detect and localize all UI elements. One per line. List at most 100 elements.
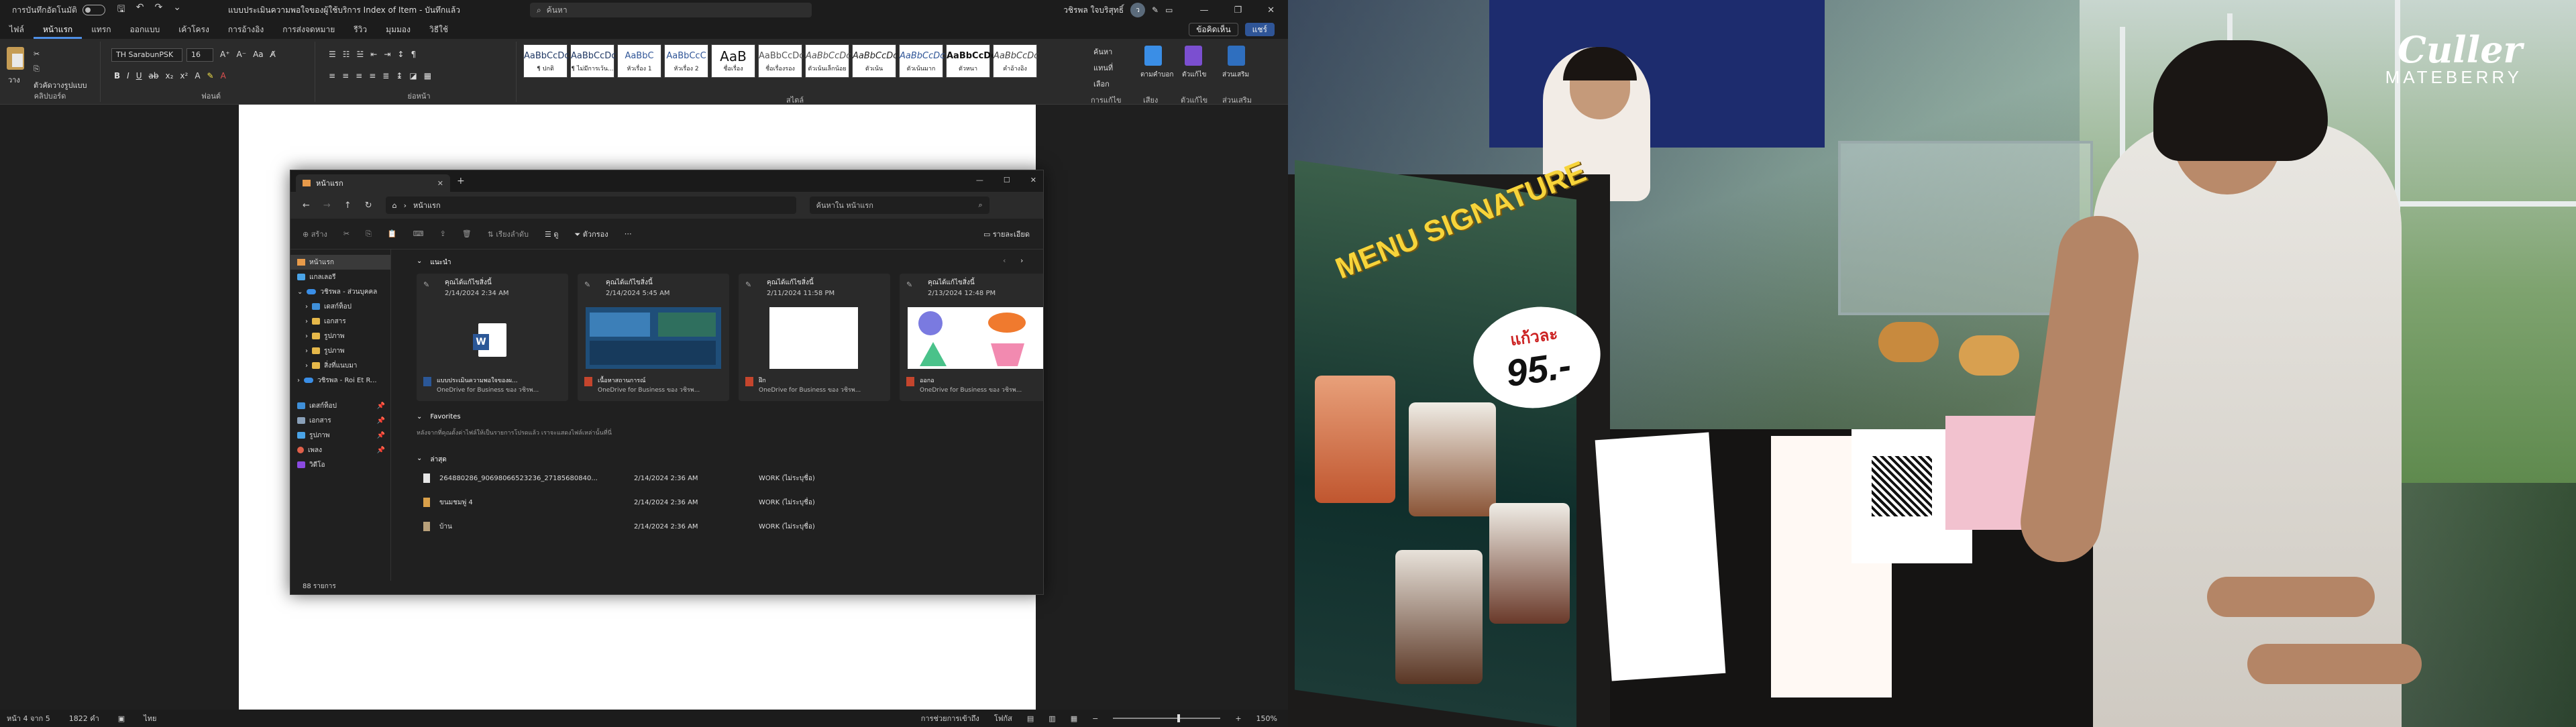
pin-icon[interactable]: 📌 [377,432,385,439]
editor-label[interactable]: ตัวแก้ไข [1182,70,1206,80]
style-tile[interactable]: AaBbCcDc ชื่อเรื่องรอง [758,44,804,78]
borders-icon[interactable]: ▦ [424,71,431,80]
editor-icon[interactable] [1185,46,1202,66]
close-icon[interactable]: ✕ [1267,5,1275,15]
font-size-select[interactable]: 16 [186,48,213,62]
comments-button[interactable]: ข้อคิดเห็น [1189,23,1238,36]
pin-icon[interactable]: 📌 [377,402,385,410]
shading-icon[interactable]: ◪ [409,71,417,80]
tab-review[interactable]: รีวิว [344,20,376,39]
style-tile[interactable]: AaBbCcDc ¶ ปกติ [523,44,569,78]
delete-icon[interactable]: 🗑 [462,229,472,238]
minimize-icon[interactable]: — [976,176,983,184]
recommended-card[interactable]: ✎ คุณได้แก้ไขสิ่งนี้ 2/14/2024 5:45 AM เ… [578,274,729,401]
details-button[interactable]: ▭ รายละเอียด [983,228,1030,240]
sort-icon[interactable]: ↕ [397,50,404,59]
addins-icon[interactable] [1228,46,1245,66]
zoom-slider[interactable] [1113,714,1221,722]
sidebar-item-desktop[interactable]: › เดสก์ท็อป [290,299,390,314]
tab-view[interactable]: มุมมอง [376,20,420,39]
style-tile[interactable]: AaBbCcDc คำอ้างอิง [993,44,1038,78]
sidebar-item-home[interactable]: หน้าแรก [290,255,390,270]
select-button[interactable]: เลือก [1093,78,1113,90]
style-tile[interactable]: AaBbCcDc ตัวเน้น [852,44,898,78]
dictate-icon[interactable] [1144,46,1162,66]
tab-insert[interactable]: แทรก [82,20,120,39]
style-tile[interactable]: AaB ชื่อเรื่อง [711,44,755,78]
clear-format-icon[interactable]: A̸ [270,50,276,59]
new-button[interactable]: ⊕ สร้าง [303,228,327,240]
carousel-prev-icon[interactable]: ‹ [1003,256,1006,265]
highlight-icon[interactable]: ✎ [207,71,214,80]
recent-header[interactable]: ⌄ ล่าสุด [417,455,447,465]
maximize-icon[interactable]: ☐ [1004,176,1010,184]
subscript-icon[interactable]: x₂ [165,71,173,80]
chevron-down-icon[interactable]: ⌄ [417,413,422,421]
paste-icon[interactable] [7,47,24,70]
chevron-down-icon[interactable]: ⌄ [297,288,303,296]
pin-icon[interactable]: 📌 [377,417,385,425]
focus-button[interactable]: โฟกัส [994,712,1012,724]
superscript-icon[interactable]: x² [180,71,188,80]
increase-indent-icon[interactable]: ⇥ [384,50,390,59]
recommended-card[interactable]: ✎ คุณได้แก้ไขสิ่งนี้ 2/11/2024 11:58 PM … [739,274,890,401]
align-left-icon[interactable]: ≡ [329,71,335,80]
thai-distribute-icon[interactable]: ≣ [382,71,389,80]
sidebar-item-attachments[interactable]: › สิ่งที่แนบมา [290,358,390,373]
sidebar-item-documents-pinned[interactable]: เอกสาร 📌 [290,413,390,428]
rename-icon[interactable]: ⌨ [413,229,424,238]
share-button[interactable]: แชร์ [1244,23,1275,36]
sidebar-item-music[interactable]: เพลง 📌 [290,443,390,457]
replace-button[interactable]: แทนที่ [1093,62,1113,74]
more-icon[interactable]: ⋯ [625,229,632,238]
chevron-right-icon[interactable]: › [305,333,308,340]
zoom-out-icon[interactable]: − [1092,714,1098,723]
explorer-tab[interactable]: หน้าแรก ✕ [296,174,450,192]
recommended-card[interactable]: ✎ คุณได้แก้ไขสิ่งนี้ 2/13/2024 12:48 PM … [900,274,1043,401]
maximize-icon[interactable]: ❐ [1234,5,1242,15]
autosave-toggle[interactable] [82,5,105,15]
tab-mailings[interactable]: การส่งจดหมาย [273,20,344,39]
address-bar[interactable]: ⌂ › หน้าแรก [385,197,796,214]
addins-label[interactable]: ส่วนเสริม [1222,70,1249,80]
avatar[interactable]: ว [1130,3,1146,17]
chevron-down-icon[interactable]: ⌄ [417,455,422,465]
proofing-icon[interactable]: ▣ [118,714,125,723]
up-icon[interactable]: ↑ [344,201,352,211]
sidebar-item-desktop-pinned[interactable]: เดสก์ท็อป 📌 [290,398,390,413]
tab-help[interactable]: วิธีใช้ [420,20,458,39]
chevron-right-icon[interactable]: › [305,362,308,370]
tab-references[interactable]: การอ้างอิง [219,20,273,39]
recommended-header[interactable]: ⌄ แนะนำ [417,258,451,268]
copy-icon[interactable]: ⎘ [366,229,372,239]
accessibility-status[interactable]: การช่วยการเข้าถึง [921,712,979,724]
sidebar-item-gallery[interactable]: แกลเลอรี [290,270,390,284]
copy-icon[interactable]: ⎘ [34,64,40,74]
cut-icon[interactable]: ✂ [34,50,40,58]
sidebar-item-pictures-2[interactable]: › รูปภาพ [290,343,390,358]
close-tab-icon[interactable]: ✕ [437,179,443,188]
change-case-icon[interactable]: Aa [253,50,264,59]
undo-icon[interactable]: ↶ [136,2,144,18]
print-layout-icon[interactable]: ▥ [1049,714,1055,723]
align-center-icon[interactable]: ≡ [342,71,349,80]
underline-icon[interactable]: U [136,71,142,80]
language[interactable]: ไทย [144,712,156,724]
grow-font-icon[interactable]: A⁺ [220,50,230,59]
tab-design[interactable]: ออกแบบ [121,20,170,39]
sidebar-item-documents[interactable]: › เอกสาร [290,314,390,329]
chevron-right-icon[interactable]: › [305,318,308,325]
save-icon[interactable]: 🖫 [117,2,125,18]
customize-icon[interactable]: ⌄ [173,2,181,18]
font-name-select[interactable]: TH SarabunPSK [111,48,182,62]
font-color-icon[interactable]: A [221,71,226,80]
read-mode-icon[interactable]: ▤ [1027,714,1034,723]
cut-icon[interactable]: ✂ [343,229,350,238]
line-spacing-icon[interactable]: ↨ [396,71,402,80]
table-row[interactable]: 264880286_9069806652323​6_2718568084​0..… [423,471,960,486]
tab-file[interactable]: ไฟล์ [0,20,34,39]
sidebar-item-pictures[interactable]: › รูปภาพ [290,329,390,343]
style-tile[interactable]: AaBbCcDc ตัวเน้นเล็กน้อย [805,44,851,78]
chevron-right-icon[interactable]: › [305,303,308,311]
show-marks-icon[interactable]: ¶ [411,50,416,59]
